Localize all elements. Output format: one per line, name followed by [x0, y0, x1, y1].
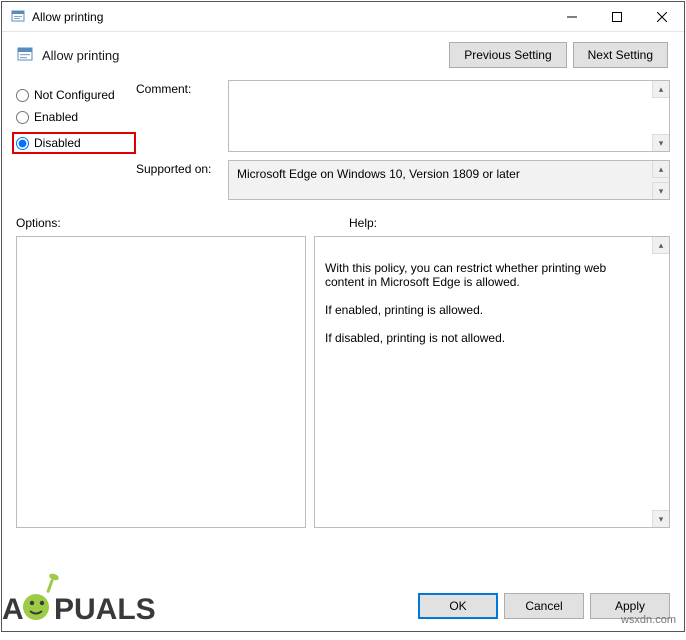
scroll-up-icon[interactable]: ▴: [652, 161, 669, 178]
supported-on-value: Microsoft Edge on Windows 10, Version 18…: [237, 167, 520, 181]
radio-disabled[interactable]: Disabled: [12, 132, 136, 154]
section-labels: Options: Help:: [2, 212, 684, 232]
fields-column: Comment: ▴ ▾ Supported on: Microsoft Edg…: [136, 80, 670, 208]
minimize-button[interactable]: [549, 2, 594, 31]
comment-field-row: Comment: ▴ ▾: [136, 80, 670, 152]
radio-enabled[interactable]: Enabled: [16, 110, 136, 124]
setting-nav: Previous Setting Next Setting: [449, 42, 670, 68]
options-label: Options:: [16, 216, 343, 230]
radio-label: Not Configured: [34, 88, 115, 102]
policy-icon: [10, 9, 26, 25]
next-setting-button[interactable]: Next Setting: [573, 42, 668, 68]
radio-not-configured-input[interactable]: [16, 89, 29, 102]
window-controls: [549, 2, 684, 31]
dialog-window: Allow printing Allow printing Previous: [1, 1, 685, 632]
upper-section: Not Configured Enabled Disabled Comment:…: [2, 68, 684, 212]
radio-label: Enabled: [34, 110, 78, 124]
supported-label: Supported on:: [136, 160, 228, 200]
apply-button[interactable]: Apply: [590, 593, 670, 619]
comment-label: Comment:: [136, 80, 228, 152]
scroll-down-icon[interactable]: ▾: [652, 134, 669, 151]
options-panel: [16, 236, 306, 528]
footer-buttons: OK Cancel Apply: [2, 583, 684, 631]
panels-row: With this policy, you can restrict wheth…: [2, 232, 684, 583]
ok-button[interactable]: OK: [418, 593, 498, 619]
supported-on-box: Microsoft Edge on Windows 10, Version 18…: [228, 160, 670, 200]
window-title: Allow printing: [32, 10, 549, 24]
state-radio-group: Not Configured Enabled Disabled: [16, 80, 136, 208]
scroll-down-icon[interactable]: ▾: [652, 182, 669, 199]
radio-disabled-input[interactable]: [16, 137, 29, 150]
previous-setting-button[interactable]: Previous Setting: [449, 42, 566, 68]
help-label: Help:: [343, 216, 670, 230]
cancel-button[interactable]: Cancel: [504, 593, 584, 619]
radio-label: Disabled: [34, 136, 81, 150]
scroll-up-icon[interactable]: ▴: [652, 81, 669, 98]
header-row: Allow printing Previous Setting Next Set…: [2, 32, 684, 68]
help-panel: With this policy, you can restrict wheth…: [314, 236, 670, 528]
maximize-button[interactable]: [594, 2, 639, 31]
comment-textarea[interactable]: ▴ ▾: [228, 80, 670, 152]
radio-enabled-input[interactable]: [16, 111, 29, 124]
close-button[interactable]: [639, 2, 684, 31]
radio-not-configured[interactable]: Not Configured: [16, 88, 136, 102]
page-title: Allow printing: [42, 48, 119, 63]
titlebar: Allow printing: [2, 2, 684, 32]
supported-field-row: Supported on: Microsoft Edge on Windows …: [136, 160, 670, 200]
scroll-down-icon[interactable]: ▾: [652, 510, 669, 527]
policy-header-icon: [16, 46, 36, 64]
help-text: With this policy, you can restrict wheth…: [325, 261, 606, 345]
scroll-up-icon[interactable]: ▴: [652, 237, 669, 254]
